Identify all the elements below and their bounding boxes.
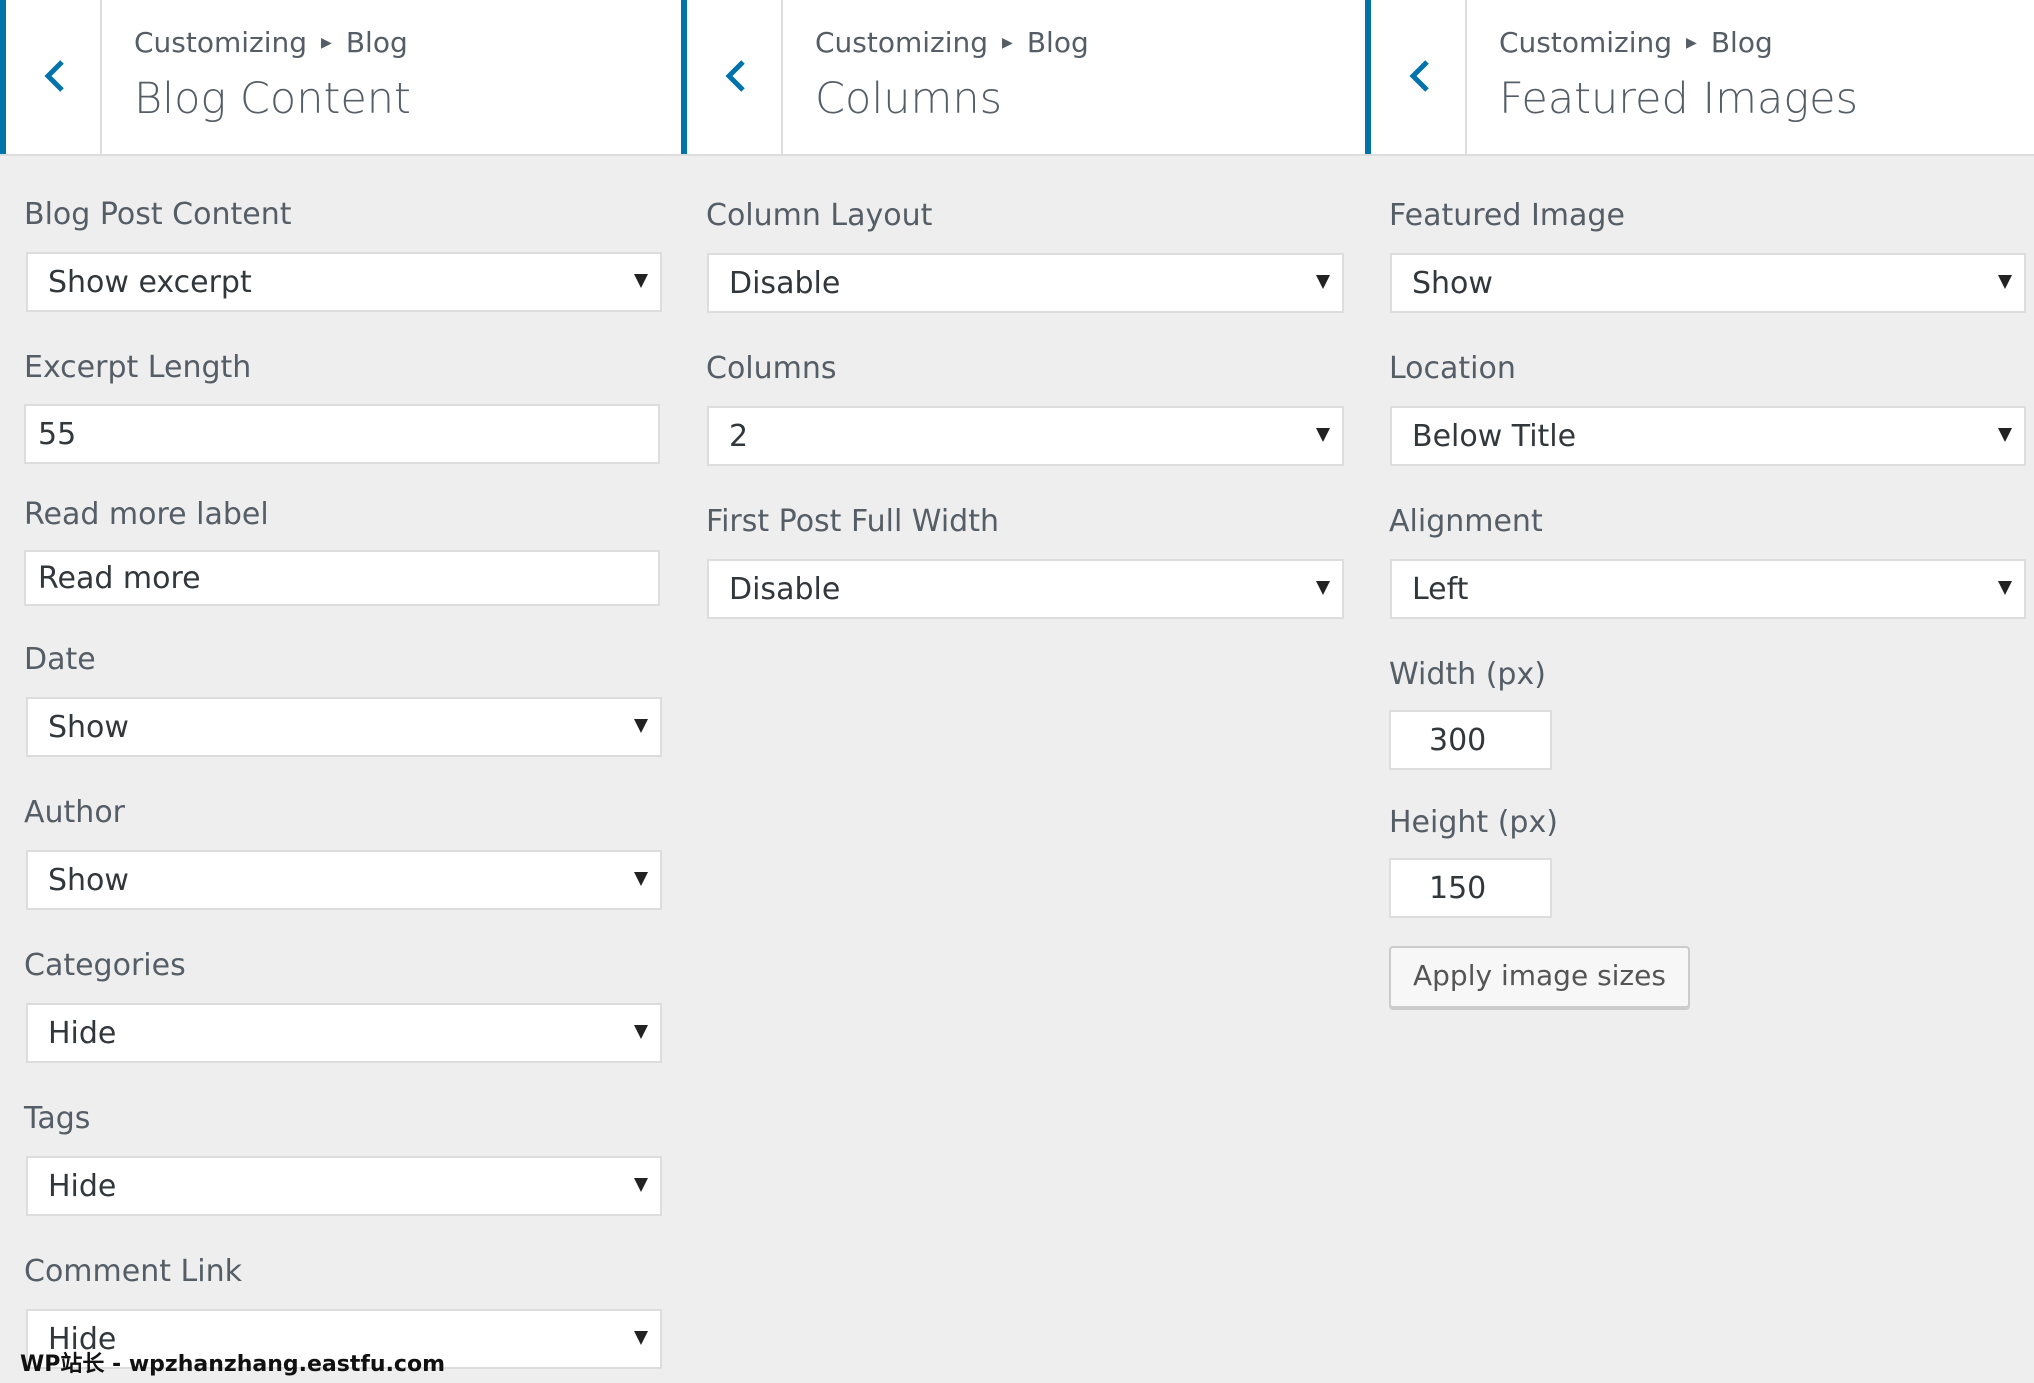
back-button[interactable] — [0, 0, 102, 154]
height-px-label: Height (px) — [1389, 805, 1558, 840]
triangle-right-icon: ▶ — [1686, 35, 1697, 51]
panel-header: Customizing ▶ Blog Columns — [681, 0, 1368, 156]
author-select[interactable]: Show — [26, 850, 662, 910]
alignment-select[interactable]: Left — [1390, 559, 2026, 619]
select-value: Show — [48, 710, 129, 745]
location-label: Location — [1389, 351, 1516, 386]
triangle-down-icon — [1998, 428, 2012, 442]
tags-label: Tags — [24, 1101, 91, 1136]
breadcrumb: Customizing ▶ Blog — [815, 26, 1089, 59]
column-layout-select[interactable]: Disable — [707, 253, 1344, 313]
section-title: Featured Images — [1499, 74, 1859, 124]
date-select[interactable]: Show — [26, 697, 662, 757]
breadcrumb-root: Customizing — [815, 26, 989, 59]
breadcrumb-parent: Blog — [1026, 26, 1089, 59]
section-title: Blog Content — [134, 74, 411, 124]
first-post-full-width-select[interactable]: Disable — [707, 559, 1344, 619]
categories-label: Categories — [24, 948, 186, 983]
select-value: Show — [1412, 266, 1493, 301]
triangle-down-icon — [1998, 275, 2012, 289]
column-layout-label: Column Layout — [706, 198, 933, 233]
blog-post-content-label: Blog Post Content — [24, 197, 292, 232]
excerpt-length-input[interactable] — [24, 404, 660, 464]
breadcrumb-parent: Blog — [1710, 26, 1773, 59]
location-select[interactable]: Below Title — [1390, 406, 2026, 466]
featured-image-select[interactable]: Show — [1390, 253, 2026, 313]
triangle-right-icon: ▶ — [1002, 35, 1013, 51]
triangle-down-icon — [634, 1025, 648, 1039]
excerpt-length-label: Excerpt Length — [24, 350, 252, 385]
back-button[interactable] — [1365, 0, 1467, 154]
breadcrumb-root: Customizing — [1499, 26, 1673, 59]
columns-label: Columns — [706, 351, 837, 386]
watermark: WP站长 - wpzhanzhang.eastfu.com — [20, 1352, 446, 1377]
triangle-down-icon — [634, 872, 648, 886]
comment-link-label: Comment Link — [24, 1254, 242, 1289]
height-px-input[interactable] — [1389, 858, 1552, 918]
read-more-label-label: Read more label — [24, 497, 269, 532]
chevron-left-icon — [44, 60, 64, 92]
first-post-full-width-label: First Post Full Width — [706, 504, 999, 539]
breadcrumb-parent: Blog — [345, 26, 408, 59]
section-title: Columns — [815, 74, 1003, 124]
date-label: Date — [24, 642, 96, 677]
select-value: 2 — [729, 419, 749, 454]
customizer-panel-featured-images: Customizing ▶ Blog Featured Images Feature… — [1365, 0, 2034, 1383]
panel-header: Customizing ▶ Blog Featured Images — [1365, 0, 2034, 156]
triangle-down-icon — [1316, 275, 1330, 289]
chevron-left-icon — [725, 60, 745, 92]
featured-image-label: Featured Image — [1389, 198, 1625, 233]
read-more-label-input[interactable] — [24, 550, 660, 606]
width-px-label: Width (px) — [1389, 657, 1546, 692]
panel-header: Customizing ▶ Blog Blog Content — [0, 0, 684, 156]
chevron-left-icon — [1409, 60, 1429, 92]
triangle-down-icon — [1316, 581, 1330, 595]
back-button[interactable] — [681, 0, 783, 154]
select-value: Show — [48, 863, 129, 898]
triangle-down-icon — [634, 1331, 648, 1345]
author-label: Author — [24, 795, 126, 830]
apply-image-sizes-button[interactable]: Apply image sizes — [1389, 946, 1690, 1008]
triangle-down-icon — [634, 274, 648, 288]
select-value: Hide — [48, 1169, 117, 1204]
select-value: Show excerpt — [48, 265, 252, 300]
triangle-down-icon — [634, 1178, 648, 1192]
tags-select[interactable]: Hide — [26, 1156, 662, 1216]
triangle-down-icon — [634, 719, 648, 733]
select-value: Hide — [48, 1016, 117, 1051]
select-value: Disable — [729, 266, 841, 301]
columns-select[interactable]: 2 — [707, 406, 1344, 466]
categories-select[interactable]: Hide — [26, 1003, 662, 1063]
alignment-label: Alignment — [1389, 504, 1543, 539]
select-value: Below Title — [1412, 419, 1577, 454]
breadcrumb: Customizing ▶ Blog — [1499, 26, 1773, 59]
width-px-input[interactable] — [1389, 710, 1552, 770]
breadcrumb-root: Customizing — [134, 26, 308, 59]
blog-post-content-select[interactable]: Show excerpt — [26, 252, 662, 312]
customizer-panel-columns: Customizing ▶ Blog Columns Column Layout D… — [681, 0, 1368, 1383]
triangle-down-icon — [1316, 428, 1330, 442]
triangle-down-icon — [1998, 581, 2012, 595]
triangle-right-icon: ▶ — [321, 35, 332, 51]
select-value: Disable — [729, 572, 841, 607]
breadcrumb: Customizing ▶ Blog — [134, 26, 408, 59]
select-value: Left — [1412, 572, 1469, 607]
customizer-panel-blog-content: Customizing ▶ Blog Blog Content Blog Post … — [0, 0, 684, 1383]
